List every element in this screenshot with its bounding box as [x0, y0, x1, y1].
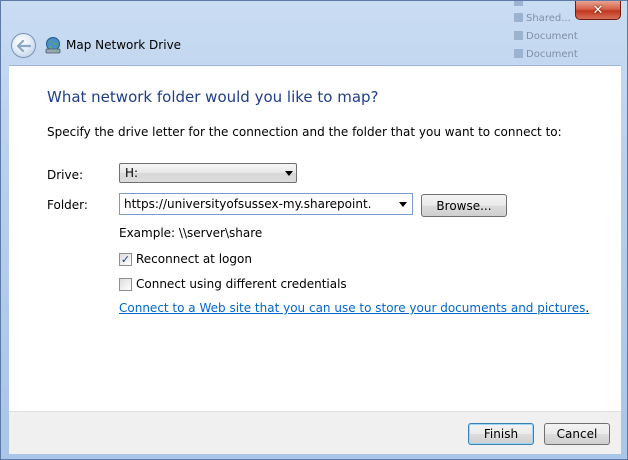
checkmark-icon: ✓	[120, 252, 131, 266]
browse-button[interactable]: Browse...	[421, 194, 507, 217]
credentials-option[interactable]: Connect using different credentials	[119, 277, 347, 291]
close-button[interactable]: ✕	[575, 1, 621, 20]
chevron-down-icon	[399, 202, 407, 207]
back-arrow-icon	[16, 39, 31, 52]
reconnect-label: Reconnect at logon	[136, 252, 252, 266]
close-icon: ✕	[592, 2, 604, 18]
credentials-checkbox[interactable]	[119, 277, 132, 291]
link-suffix: .	[585, 301, 590, 315]
window-frame: Shared... Document docx Document docx ✕ …	[0, 0, 628, 460]
example-text: Example: \\server\share	[119, 226, 263, 240]
background-item: Shared...	[514, 13, 578, 25]
instruction-text: Specify the drive letter for the connect…	[47, 125, 562, 139]
folder-value: https://universityofsussex-my.sharepoint…	[124, 197, 372, 211]
background-item	[514, 1, 578, 9]
web-storage-link[interactable]: Connect to a Web site that you can use t…	[119, 301, 585, 315]
network-drive-icon	[45, 37, 61, 54]
back-button[interactable]	[11, 33, 36, 58]
background-item: Document docx	[514, 31, 578, 43]
cancel-button[interactable]: Cancel	[544, 423, 610, 445]
drive-label: Drive:	[47, 168, 84, 182]
reconnect-checkbox[interactable]: ✓	[119, 252, 132, 266]
window-title: Map Network Drive	[66, 38, 182, 52]
background-item: Document docx	[514, 49, 578, 61]
reconnect-option[interactable]: ✓ Reconnect at logon	[119, 252, 252, 266]
dialog-footer: Finish Cancel	[9, 411, 621, 454]
drive-select[interactable]: H:	[119, 163, 297, 183]
wizard-content: What network folder would you like to ma…	[9, 65, 621, 412]
folder-dropdown-button[interactable]	[394, 194, 412, 214]
drive-value: H:	[125, 166, 139, 180]
finish-button[interactable]: Finish	[468, 423, 534, 445]
chevron-down-icon	[285, 171, 293, 176]
background-explorer-items: Shared... Document docx Document docx	[506, 1, 578, 65]
folder-input[interactable]: https://universityofsussex-my.sharepoint…	[119, 193, 413, 215]
page-heading: What network folder would you like to ma…	[47, 88, 379, 106]
web-storage-link-row: Connect to a Web site that you can use t…	[119, 301, 589, 315]
folder-label: Folder:	[47, 198, 88, 212]
credentials-label: Connect using different credentials	[136, 277, 347, 291]
